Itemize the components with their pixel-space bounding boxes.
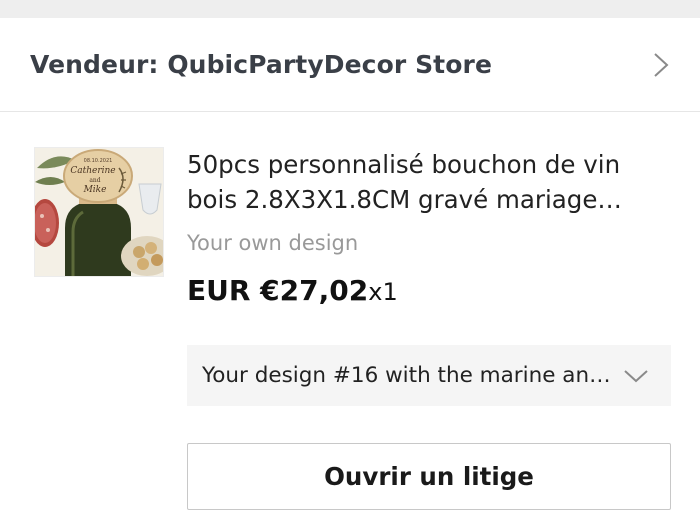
seller-row[interactable]: Vendeur: QubicPartyDecor Store xyxy=(0,18,700,112)
product-title[interactable]: 50pcs personnalisé bouchon de vin bois 2… xyxy=(187,147,677,217)
chevron-down-icon xyxy=(621,361,651,391)
svg-text:Mike: Mike xyxy=(83,185,107,195)
seller-name: Vendeur: QubicPartyDecor Store xyxy=(30,50,492,79)
svg-text:and: and xyxy=(89,177,100,184)
price-line: EUR €27,02x1 xyxy=(187,274,398,307)
design-select[interactable]: Your design #16 with the marine ankl... xyxy=(187,345,671,406)
product-thumbnail[interactable]: 08.10.2021 Catherine and Mike xyxy=(34,147,164,277)
svg-text:Catherine: Catherine xyxy=(70,166,115,176)
top-separator-strip xyxy=(0,0,700,18)
open-dispute-button[interactable]: Ouvrir un litige xyxy=(187,443,671,510)
product-price: EUR €27,02 xyxy=(187,274,369,307)
design-select-value: Your design #16 with the marine ankl... xyxy=(202,363,612,388)
product-quantity: x1 xyxy=(368,278,398,306)
chevron-right-icon xyxy=(634,47,670,83)
svg-text:08.10.2021: 08.10.2021 xyxy=(84,158,113,164)
product-variant: Your own design xyxy=(187,231,359,255)
